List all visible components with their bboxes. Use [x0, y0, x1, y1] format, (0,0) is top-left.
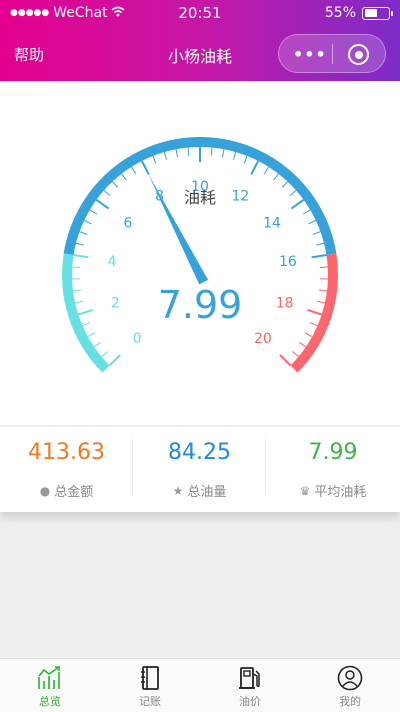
stat-value: 84.25 — [168, 440, 231, 465]
stat-average-consumption: 7.99 ♛ 平均油耗 — [266, 427, 400, 512]
gauge-minor-tick — [74, 300, 83, 304]
gauge-major-tick — [95, 198, 110, 210]
gauge-minor-tick — [72, 289, 82, 292]
tab-fuel-price[interactable]: 油价 — [200, 659, 300, 712]
stat-total-fuel: 84.25 ★ 总油量 — [133, 427, 266, 512]
gauge-minor-tick — [163, 151, 168, 160]
status-bar: ●●●●● WeChat 20:51 55% — [0, 0, 400, 28]
gauge-title: 油耗 — [184, 188, 216, 207]
gauge-tick-label: 16 — [279, 254, 297, 270]
gauge-minor-tick — [152, 155, 157, 164]
gauge-major-tick — [73, 253, 89, 259]
gauge-major-tick — [307, 308, 323, 316]
stat-label: 总油量 — [187, 485, 227, 500]
gauge-tick-label: 12 — [231, 189, 249, 205]
capsule-divider — [332, 44, 333, 64]
gauge-minor-tick — [309, 322, 318, 327]
gauge-minor-tick — [303, 209, 311, 215]
user-icon — [337, 665, 363, 691]
gauge-value: 7.99 — [158, 283, 243, 327]
gauge-minor-tick — [317, 300, 326, 304]
star-icon: ★ — [172, 483, 184, 498]
close-miniprogram-button[interactable] — [348, 44, 369, 65]
gauge-minor-tick — [72, 266, 81, 268]
gauge-minor-tick — [308, 220, 317, 225]
gauge-major-tick — [108, 354, 121, 367]
gauge-tick-label: 4 — [108, 254, 117, 270]
top-header: ●●●●● WeChat 20:51 55% 帮助 小杨油耗 ••• — [0, 0, 400, 81]
gauge-minor-tick — [101, 351, 108, 357]
stat-label: 平均油耗 — [314, 485, 367, 500]
gauge-minor-tick — [175, 149, 179, 158]
gauge-minor-tick — [112, 181, 119, 188]
gauge-minor-tick — [289, 189, 297, 197]
gauge-minor-tick — [75, 242, 84, 246]
tab-overview[interactable]: 总览 — [0, 659, 100, 712]
chart-icon — [38, 666, 60, 689]
stat-value: 7.99 — [308, 440, 358, 465]
notebook-icon — [141, 666, 159, 690]
tab-label: 总览 — [39, 695, 61, 708]
gauge-minor-tick — [273, 173, 279, 181]
gauge-minor-tick — [318, 289, 328, 292]
stats-panel: 413.63 ● 总金额 84.25 ★ 总油量 7.99 ♛ 平均油耗 — [0, 427, 400, 512]
gauge-minor-tick — [232, 151, 237, 160]
coin-icon: ● — [39, 483, 51, 498]
gauge-major-tick — [311, 253, 327, 259]
gauge-minor-tick — [316, 242, 325, 246]
tab-bar: 总览 记账 油价 我的 — [0, 658, 400, 712]
gauge-minor-tick — [187, 147, 190, 156]
gauge-minor-tick — [83, 220, 92, 225]
gauge-minor-tick — [130, 166, 137, 174]
battery-percent: 55% — [324, 5, 356, 21]
gauge-minor-tick — [281, 181, 288, 188]
gauge-tick-label: 6 — [124, 216, 133, 232]
gauge-minor-tick — [263, 166, 270, 174]
gauge-minor-tick — [292, 351, 299, 357]
stat-label: 总金额 — [54, 485, 94, 500]
more-menu-button[interactable]: ••• — [293, 45, 327, 64]
gauge-minor-tick — [210, 147, 213, 156]
gauge-minor-tick — [243, 155, 248, 164]
gauge-minor-tick — [121, 173, 127, 181]
gauge-minor-tick — [221, 149, 225, 158]
stat-value: 413.63 — [28, 440, 105, 465]
nav-bar: 帮助 小杨油耗 ••• — [0, 30, 400, 76]
gauge-tick-label: 14 — [263, 216, 281, 232]
fuel-consumption-gauge: 02468101214161820 油耗 7.99 — [62, 137, 338, 373]
tab-label: 我的 — [339, 695, 361, 708]
gauge-major-tick — [279, 354, 292, 367]
tab-mine[interactable]: 我的 — [300, 659, 400, 712]
gauge-major-tick — [77, 308, 93, 316]
fuel-pump-icon — [239, 667, 260, 689]
miniprogram-capsule: ••• — [278, 34, 386, 73]
gauge-tick-label: 2 — [111, 296, 120, 312]
gauge-minor-tick — [103, 189, 111, 197]
gauge-minor-tick — [93, 342, 102, 348]
tab-label: 油价 — [239, 695, 261, 708]
gauge-tick-label: 20 — [254, 331, 272, 347]
gauge-minor-tick — [312, 231, 321, 235]
gauge-minor-tick — [89, 209, 97, 215]
battery-icon — [362, 6, 393, 20]
gauge-minor-tick — [298, 342, 307, 348]
gauge-tick-label: 18 — [276, 296, 294, 312]
tab-bookkeeping[interactable]: 记账 — [100, 659, 200, 712]
gauge-minor-tick — [82, 322, 91, 327]
crown-icon: ♛ — [299, 483, 311, 498]
gauge-minor-tick — [304, 332, 313, 338]
gauge-minor-tick — [319, 266, 328, 268]
gauge-panel: 02468101214161820 油耗 7.99 — [0, 81, 400, 425]
gauge-major-tick — [290, 198, 305, 210]
gauge-tick-label: 0 — [133, 331, 142, 347]
tab-label: 记账 — [139, 695, 161, 708]
gauge-major-tick — [250, 160, 260, 175]
gauge-minor-tick — [87, 332, 96, 338]
gauge-minor-tick — [79, 231, 88, 235]
gauge-major-tick — [140, 160, 150, 175]
stat-total-amount: 413.63 ● 总金额 — [0, 427, 133, 512]
